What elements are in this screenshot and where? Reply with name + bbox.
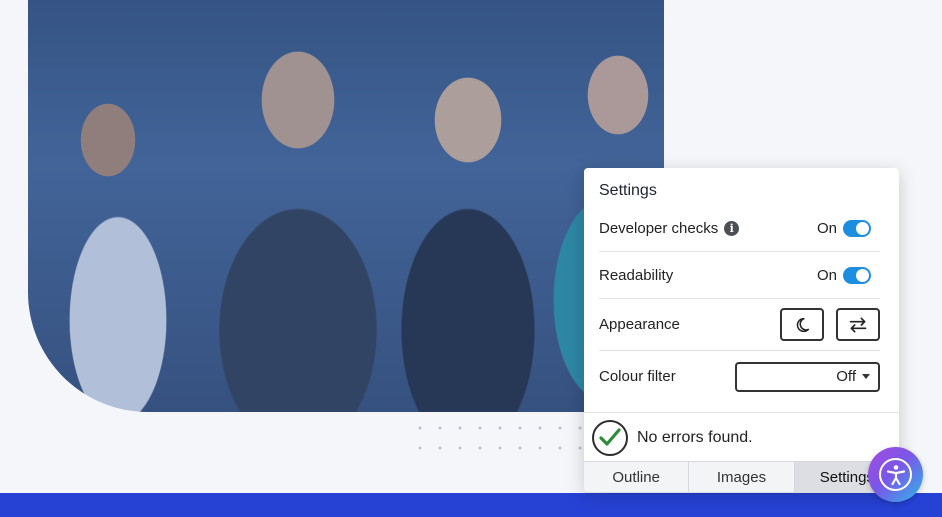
toggle-switch[interactable] bbox=[843, 266, 871, 284]
moon-icon bbox=[796, 317, 810, 332]
colour-filter-select[interactable]: Off bbox=[735, 361, 880, 392]
readability-toggle[interactable]: On bbox=[816, 266, 871, 284]
swap-position-button[interactable] bbox=[836, 308, 880, 341]
colour-filter-value: Off bbox=[836, 368, 856, 385]
decorative-dot-grid bbox=[410, 418, 590, 458]
footer-bar bbox=[0, 493, 942, 517]
panel-title: Settings bbox=[599, 182, 657, 199]
tab-images[interactable]: Images bbox=[689, 462, 795, 492]
developer-checks-label: Developer checks bbox=[599, 220, 719, 237]
readability-label: Readability bbox=[599, 266, 674, 284]
readability-row: Readability On bbox=[599, 252, 880, 299]
hero-photo bbox=[28, 0, 664, 412]
toggle-switch[interactable] bbox=[843, 220, 871, 237]
settings-panel: Settings Developer checks i On Readabili… bbox=[584, 168, 899, 492]
developer-checks-row: Developer checks i On bbox=[599, 206, 880, 252]
appearance-row: Appearance bbox=[599, 299, 880, 351]
appearance-label: Appearance bbox=[599, 316, 680, 333]
info-icon[interactable]: i bbox=[724, 221, 740, 236]
accessibility-widget-button[interactable] bbox=[868, 447, 923, 502]
checkmark-icon bbox=[592, 419, 628, 456]
colour-filter-row: Colour filter Off bbox=[599, 351, 880, 402]
developer-checks-state: On bbox=[816, 220, 837, 237]
tab-outline[interactable]: Outline bbox=[584, 462, 690, 492]
dark-mode-button[interactable] bbox=[780, 308, 824, 341]
status-message: No errors found. bbox=[584, 412, 899, 462]
accessibility-icon bbox=[886, 464, 905, 485]
colour-filter-label: Colour filter bbox=[599, 368, 676, 385]
readability-state: On bbox=[816, 266, 837, 284]
chevron-down-icon bbox=[862, 374, 870, 379]
developer-checks-toggle[interactable]: On bbox=[817, 220, 871, 237]
panel-tabs: Outline Images Settings bbox=[584, 461, 899, 492]
status-text: No errors found. bbox=[637, 428, 753, 446]
swap-arrows-icon bbox=[849, 317, 867, 332]
